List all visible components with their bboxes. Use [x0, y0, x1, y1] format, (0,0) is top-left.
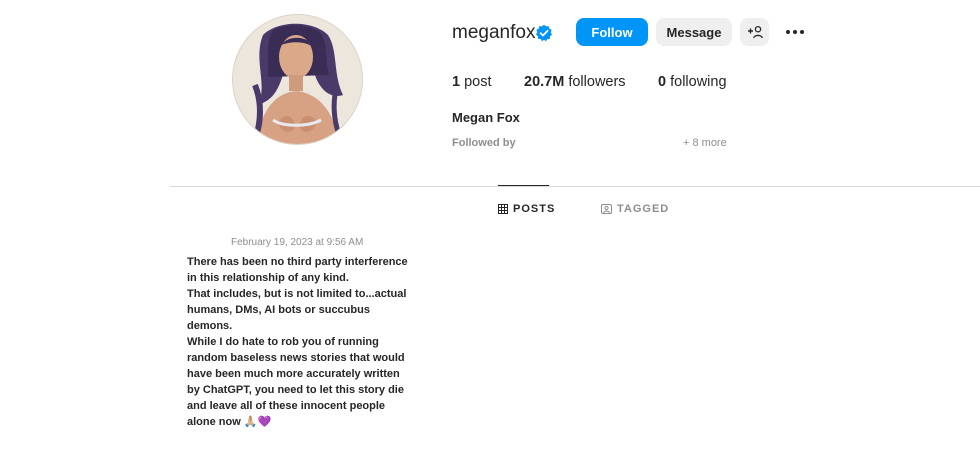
followers-count: 20.7M: [524, 74, 565, 90]
add-user-icon: [747, 25, 763, 39]
tab-posts-label: POSTS: [513, 203, 556, 215]
following-link[interactable]: 0 following: [658, 74, 727, 90]
profile-avatar[interactable]: [232, 14, 363, 145]
followed-by-label[interactable]: Followed by: [452, 137, 516, 149]
posts-count: 1: [452, 74, 461, 90]
posts-label: post: [464, 74, 492, 90]
tab-posts[interactable]: POSTS: [498, 203, 555, 215]
profile-full-name: Megan Fox: [452, 110, 520, 125]
follow-button[interactable]: Follow: [576, 18, 648, 46]
tab-tagged-label: TAGGED: [617, 203, 670, 215]
verified-badge-icon: [536, 24, 552, 42]
suggest-user-button[interactable]: [740, 18, 769, 46]
more-options-button[interactable]: [783, 20, 807, 44]
tag-user-icon: [601, 204, 612, 214]
following-label: following: [670, 74, 727, 90]
followers-label: followers: [568, 74, 626, 90]
more-mutual-followers[interactable]: + 8 more: [683, 137, 727, 149]
active-tab-indicator: [498, 185, 549, 186]
more-dots-icon: [786, 30, 804, 34]
post-date: February 19, 2023 at 9:56 AM: [231, 237, 364, 248]
message-button[interactable]: Message: [656, 18, 732, 46]
profile-divider: [170, 186, 980, 187]
post-text: There has been no third party interferen…: [187, 256, 408, 428]
grid-icon: [498, 204, 508, 214]
posts-count-stat: 1 post: [452, 74, 492, 90]
followers-link[interactable]: 20.7M followers: [524, 74, 626, 90]
following-count: 0: [658, 74, 667, 90]
tab-tagged[interactable]: TAGGED: [601, 203, 669, 215]
avatar-portrait-illustration: [233, 15, 362, 144]
profile-username: meganfox: [452, 22, 536, 43]
